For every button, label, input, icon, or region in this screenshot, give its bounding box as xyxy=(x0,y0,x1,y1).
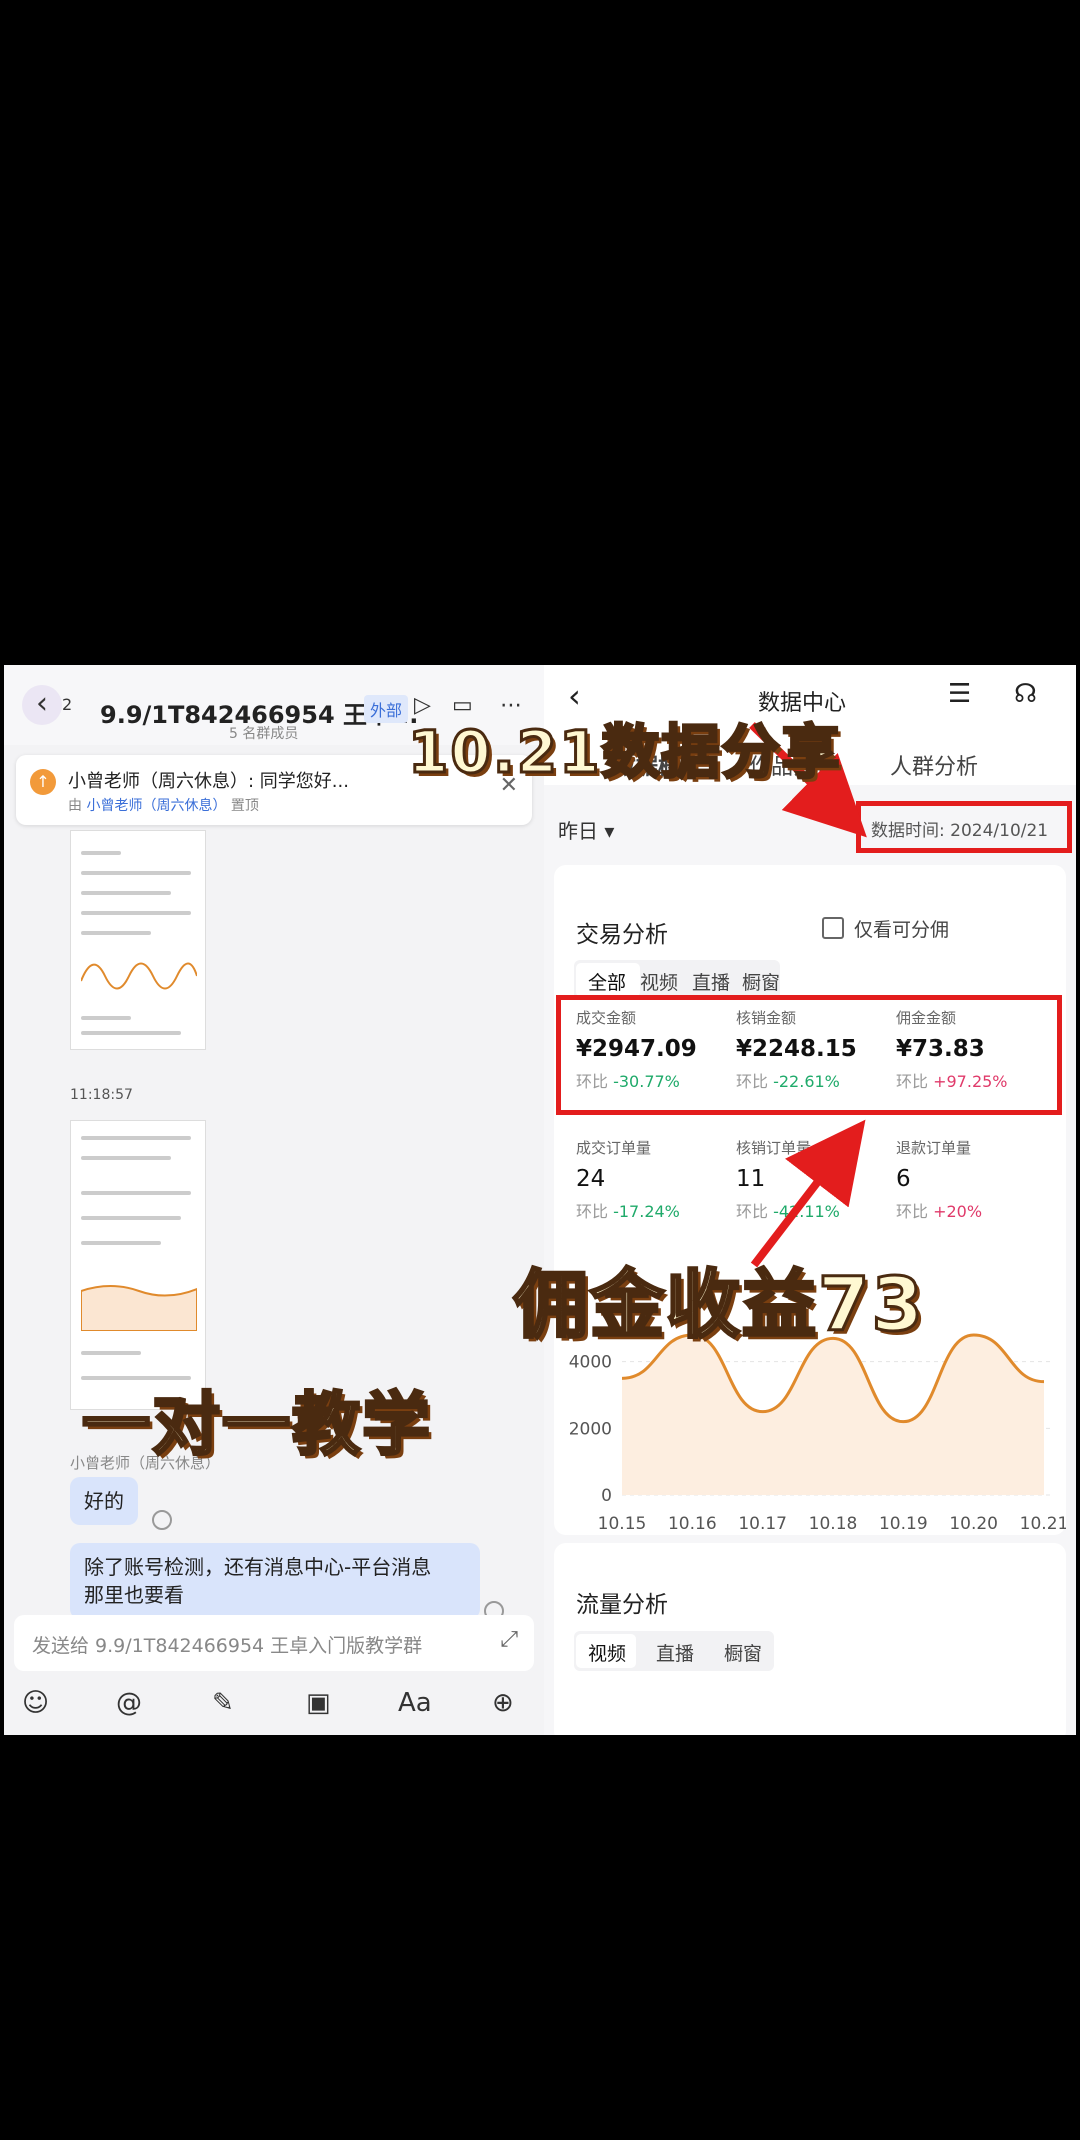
screenshot-frame: ‹ 2 9.9/1T842466954 王卓... 5 名群成员 外部 ▷ ▭ … xyxy=(4,665,1076,1735)
annotation-arrows xyxy=(749,722,867,1268)
overlay-commission: 佣金收益73 xyxy=(513,1261,925,1350)
overlay-title: 10.21数据分享 xyxy=(406,717,842,788)
overlay-teaching: 一对一教学 xyxy=(80,1385,433,1467)
